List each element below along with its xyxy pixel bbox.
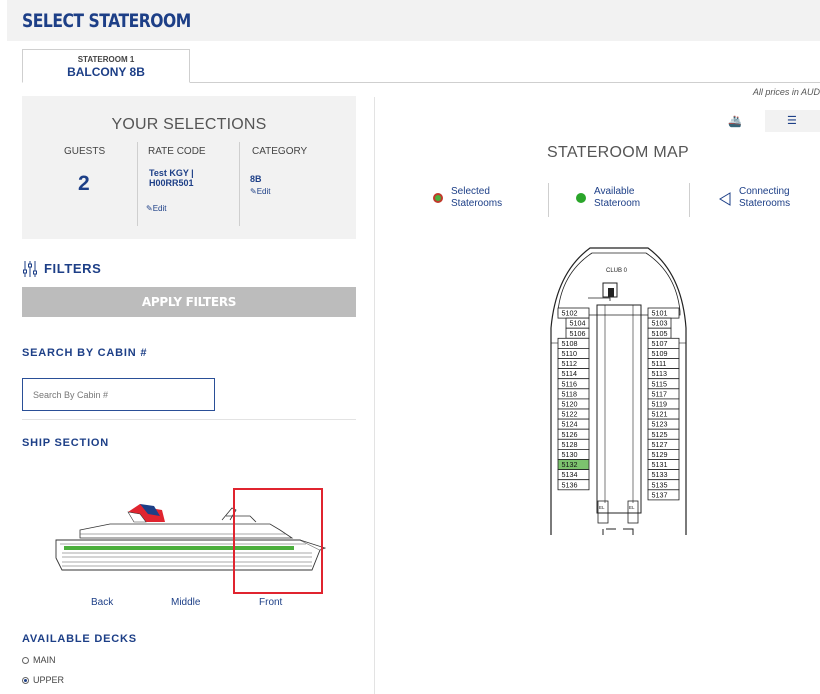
page-title: SELECT STATEROOM (22, 10, 191, 32)
ship-section-front[interactable]: Front (259, 597, 282, 608)
cabin-number: 5118 (562, 389, 577, 398)
cabin-number: 5134 (562, 470, 578, 479)
search-by-cabin-heading: SEARCH BY CABIN # (22, 347, 148, 359)
cabin-number: 5109 (652, 349, 668, 358)
available-decks-heading: AVAILABLE DECKS (22, 633, 137, 645)
list-view-button[interactable]: ☰ (765, 110, 820, 132)
apply-filters-button[interactable]: APPLY FILTERS (22, 287, 356, 317)
legend-separator (689, 183, 690, 217)
cabin-number: 5103 (652, 319, 668, 328)
cabin-number: 5130 (562, 450, 578, 459)
pencil-icon: ✎ (250, 187, 257, 196)
cabin-search-input[interactable] (22, 378, 215, 411)
prices-note: All prices in AUD (752, 87, 820, 97)
legend-selected-label: Selected Staterooms (451, 186, 503, 209)
cabin-number: 5107 (652, 339, 668, 348)
selections-title: YOUR SELECTIONS (111, 116, 267, 133)
connecting-triangle-icon (719, 192, 731, 206)
sliders-icon (23, 261, 37, 277)
ship-section-middle[interactable]: Middle (171, 597, 200, 608)
category-edit-link[interactable]: ✎Edit (250, 187, 271, 196)
panel-divider (374, 97, 375, 694)
ship-section-back[interactable]: Back (91, 597, 113, 608)
cabin-number: 5124 (562, 420, 578, 429)
tab-stateroom-category: BALCONY 8B (67, 65, 145, 79)
cabin-number: 5106 (570, 329, 586, 338)
cabin-number: 5120 (562, 400, 578, 409)
cabin-number: 5110 (562, 349, 577, 358)
category-edit-label: Edit (256, 187, 271, 196)
rate-edit-label: Edit (152, 204, 167, 213)
cabin-number: 5105 (652, 329, 668, 338)
cabin-number: 5136 (562, 480, 578, 489)
cabin-number: 5112 (562, 359, 577, 368)
legend-separator (548, 183, 549, 217)
club-label: CLUB 0 (606, 268, 628, 274)
column-separator (239, 142, 240, 226)
cabin-number: 5129 (652, 450, 668, 459)
category-label: CATEGORY (252, 146, 308, 157)
cabin-number: 5116 (562, 379, 577, 388)
guests-label: GUESTS (64, 146, 106, 157)
cabin-number: 5128 (562, 440, 578, 449)
selected-section-highlight (233, 488, 323, 594)
cabin-number: 5115 (652, 379, 667, 388)
cabin-number: 5114 (562, 369, 577, 378)
cabin-number: 5113 (652, 369, 667, 378)
ship-view-icon[interactable]: 🚢 (728, 115, 742, 128)
cabin-number: 5117 (652, 389, 667, 398)
deck-option-upper[interactable]: UPPER (22, 675, 64, 685)
deck-plan-map[interactable]: CLUB 0 510251045106510851105112511451165… (548, 243, 690, 537)
left-cabin-rows[interactable]: 510251045106510851105112511451165118 5120… (557, 307, 590, 491)
legend-selected: Selected Staterooms (433, 186, 515, 210)
guests-value: 2 (78, 172, 90, 195)
cabin-number: 5133 (652, 470, 668, 479)
selected-dot-icon (433, 193, 443, 203)
deck-option-main[interactable]: MAIN (22, 655, 56, 665)
cabin-number: 5111 (652, 359, 667, 368)
pencil-icon: ✎ (146, 204, 153, 213)
cabin-number: 5127 (652, 440, 668, 449)
cabin-number: 5104 (570, 319, 586, 328)
cabin-number: 5126 (562, 430, 578, 439)
cabin-number: 5121 (652, 410, 668, 419)
rate-code-label: RATE CODE (148, 146, 206, 157)
legend-connecting: Connecting Staterooms (719, 186, 819, 210)
cabin-number: 5122 (562, 410, 578, 419)
deck-main-label: MAIN (33, 655, 56, 665)
cabin-number: 5101 (652, 309, 668, 318)
category-value: 8B (250, 174, 262, 184)
legend-available: Available Stateroom (576, 186, 656, 210)
radio-upper[interactable] (22, 676, 29, 684)
right-cabin-rows[interactable]: 510151035105510751095111511351155117 5119… (647, 307, 680, 501)
cabin-number: 5119 (652, 400, 667, 409)
radio-main[interactable] (22, 656, 29, 664)
legend-connecting-label: Connecting Staterooms (739, 186, 791, 209)
tab-stateroom-1[interactable]: STATEROOM 1 BALCONY 8B (22, 49, 190, 83)
stateroom-map-title: STATEROOM MAP (547, 144, 689, 161)
cabin-number: 5108 (562, 339, 578, 348)
cabin-number: 5102 (562, 309, 578, 318)
rate-edit-link[interactable]: ✎Edit (146, 204, 167, 213)
elevator-label: EL (599, 505, 605, 510)
cabin-number: 5131 (652, 460, 668, 469)
cabin-number: 5123 (652, 420, 668, 429)
cabin-number: 5137 (652, 490, 668, 499)
cabin-number: 5125 (652, 430, 668, 439)
ship-section-heading: SHIP SECTION (22, 437, 110, 449)
elevator-label: EL (629, 505, 635, 510)
tab-stateroom-number: STATEROOM 1 (77, 55, 135, 64)
rate-code-value: Test KGY | H00RR501 (149, 168, 194, 188)
your-selections-panel: YOUR SELECTIONS GUESTS RATE CODE CATEGOR… (22, 96, 356, 239)
section-divider (22, 419, 356, 420)
column-separator (137, 142, 138, 226)
legend-available-label: Available Stateroom (594, 186, 641, 209)
list-icon: ☰ (787, 115, 797, 127)
filters-heading: FILTERS (44, 261, 102, 276)
available-dot-icon (576, 193, 586, 203)
deck-upper-label: UPPER (33, 675, 65, 685)
cabin-number: 5132 (562, 460, 578, 469)
cabin-number: 5135 (652, 480, 668, 489)
